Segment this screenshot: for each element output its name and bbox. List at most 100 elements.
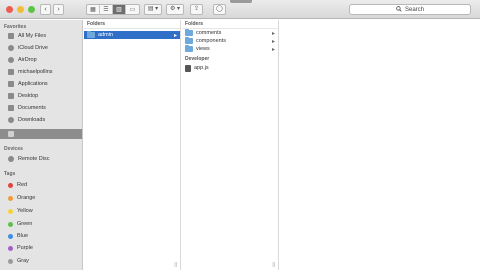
sidebar: Favorites All My Files iCloud Drive AirD… [0, 20, 83, 270]
tags-button[interactable]: ◯ [213, 4, 226, 15]
sidebar-item-icloud-drive[interactable]: iCloud Drive [0, 43, 82, 53]
cloud-icon [8, 45, 14, 51]
sidebar-item-documents[interactable]: Documents [0, 103, 82, 113]
view-mode-control: ▦ ☰ ▥ ▭ [86, 4, 140, 15]
sidebar-item-remote-disc[interactable]: Remote Disc [0, 154, 82, 164]
folder-icon [185, 37, 193, 44]
folder-icon [8, 131, 14, 137]
tag-orange-icon [8, 195, 13, 201]
tag-gray-icon [8, 258, 13, 264]
sidebar-item-label: Yellow [17, 208, 33, 214]
sidebar-item-label: Purple [17, 245, 33, 251]
chevron-right-icon: ▸ [271, 38, 275, 45]
search-field[interactable]: Search [349, 4, 471, 15]
empty-column [280, 20, 480, 270]
tag-yellow-icon [8, 208, 13, 214]
arrange-button[interactable]: ▤ ▾ [144, 4, 162, 15]
sidebar-item-label: AirDrop [18, 57, 37, 63]
sidebar-item-all-my-files[interactable]: All My Files [0, 31, 82, 41]
sidebar-item-label: Remote Disc [18, 156, 50, 162]
sidebar-item-label: All My Files [18, 33, 47, 39]
disc-icon [8, 156, 14, 162]
applications-icon [8, 81, 14, 87]
sidebar-item-tag-red[interactable]: Red [0, 180, 82, 190]
list-item-app-js[interactable]: app.js [182, 64, 278, 72]
sidebar-item-label: Desktop [18, 93, 39, 99]
column-header: Folders [84, 20, 180, 29]
forward-button[interactable]: › [53, 4, 64, 15]
toolbar: ‹ › ▦ ☰ ▥ ▭ ▤ ▾ ⚙ ▾ ⇪ ◯ Search [0, 0, 480, 19]
browser-column-1[interactable]: Folders admin ▸ || [84, 20, 181, 270]
sidebar-item-applications[interactable]: Applications [0, 79, 82, 89]
tag-blue-icon [8, 233, 13, 239]
desktop-icon [8, 93, 14, 99]
magnifier-icon [396, 5, 402, 14]
sidebar-item-selected-folder[interactable] [0, 129, 82, 139]
zoom-button[interactable] [28, 6, 35, 13]
title-proxy-icon [230, 0, 252, 3]
list-item-label: views [196, 46, 210, 52]
folder-icon [185, 29, 193, 36]
downloads-icon [8, 117, 14, 123]
sidebar-item-tag-green[interactable]: Green [0, 219, 82, 229]
chevron-right-icon: ▸ [173, 32, 177, 39]
back-button[interactable]: ‹ [40, 4, 51, 15]
list-item-label: admin [98, 32, 113, 38]
folder-icon [87, 31, 95, 38]
list-item-admin[interactable]: admin ▸ [84, 31, 180, 39]
minimize-button[interactable] [17, 6, 24, 13]
sidebar-item-tag-blue[interactable]: Blue [0, 231, 82, 241]
sidebar-item-home[interactable]: michaelpollins [0, 67, 82, 77]
search-placeholder: Search [404, 6, 424, 13]
share-button[interactable]: ⇪ [190, 4, 203, 15]
sidebar-item-label: Documents [18, 105, 46, 111]
close-button[interactable] [6, 6, 13, 13]
chevron-right-icon: ▸ [271, 46, 275, 53]
list-item-components[interactable]: components ▸ [182, 37, 278, 45]
icon-view-button[interactable]: ▦ [87, 5, 100, 14]
window-controls [6, 6, 35, 13]
tag-red-icon [8, 182, 13, 188]
sidebar-item-tag-yellow[interactable]: Yellow [0, 206, 82, 216]
sidebar-item-label: michaelpollins [18, 69, 53, 75]
sidebar-item-label: Downloads [18, 117, 46, 123]
list-item-comments[interactable]: comments ▸ [182, 29, 278, 37]
list-item-label: comments [196, 30, 222, 36]
home-icon [8, 69, 14, 75]
chevron-right-icon: ▸ [271, 30, 275, 37]
column-resize-handle[interactable]: || [174, 262, 177, 268]
cover-flow-button[interactable]: ▭ [126, 5, 139, 14]
column-view-button[interactable]: ▥ [113, 5, 126, 14]
sidebar-item-label: Blue [17, 233, 29, 239]
tag-purple-icon [8, 245, 13, 251]
sidebar-item-downloads[interactable]: Downloads [0, 115, 82, 125]
devices-header: Devices [4, 146, 23, 152]
js-file-icon [185, 64, 191, 72]
all-files-icon [8, 33, 14, 39]
airdrop-icon [8, 57, 14, 63]
list-item-views[interactable]: views ▸ [182, 45, 278, 53]
browser-column-2[interactable]: Folders comments ▸ components ▸ views ▸ … [182, 20, 279, 270]
sidebar-item-tag-gray[interactable]: Gray [0, 256, 82, 266]
list-view-button[interactable]: ☰ [100, 5, 113, 14]
column-header: Folders [182, 20, 278, 29]
sidebar-item-label: Gray [17, 258, 29, 264]
tags-header: Tags [4, 171, 16, 177]
sidebar-item-label: iCloud Drive [18, 45, 48, 51]
list-item-label: components [196, 38, 226, 44]
sidebar-item-label: Red [17, 182, 28, 188]
column-resize-handle[interactable]: || [272, 262, 275, 268]
sidebar-item-desktop[interactable]: Desktop [0, 91, 82, 101]
sidebar-item-label: Green [17, 221, 33, 227]
sidebar-item-tag-purple[interactable]: Purple [0, 243, 82, 253]
sidebar-item-label: Applications [18, 81, 48, 87]
favorites-header: Favorites [4, 24, 27, 30]
action-button[interactable]: ⚙ ▾ [166, 4, 184, 15]
tag-green-icon [8, 221, 13, 227]
documents-icon [8, 105, 14, 111]
list-item-label: app.js [194, 65, 209, 71]
folder-icon [185, 45, 193, 52]
developer-header: Developer [185, 56, 210, 62]
sidebar-item-airdrop[interactable]: AirDrop [0, 55, 82, 65]
sidebar-item-tag-orange[interactable]: Orange [0, 193, 82, 203]
